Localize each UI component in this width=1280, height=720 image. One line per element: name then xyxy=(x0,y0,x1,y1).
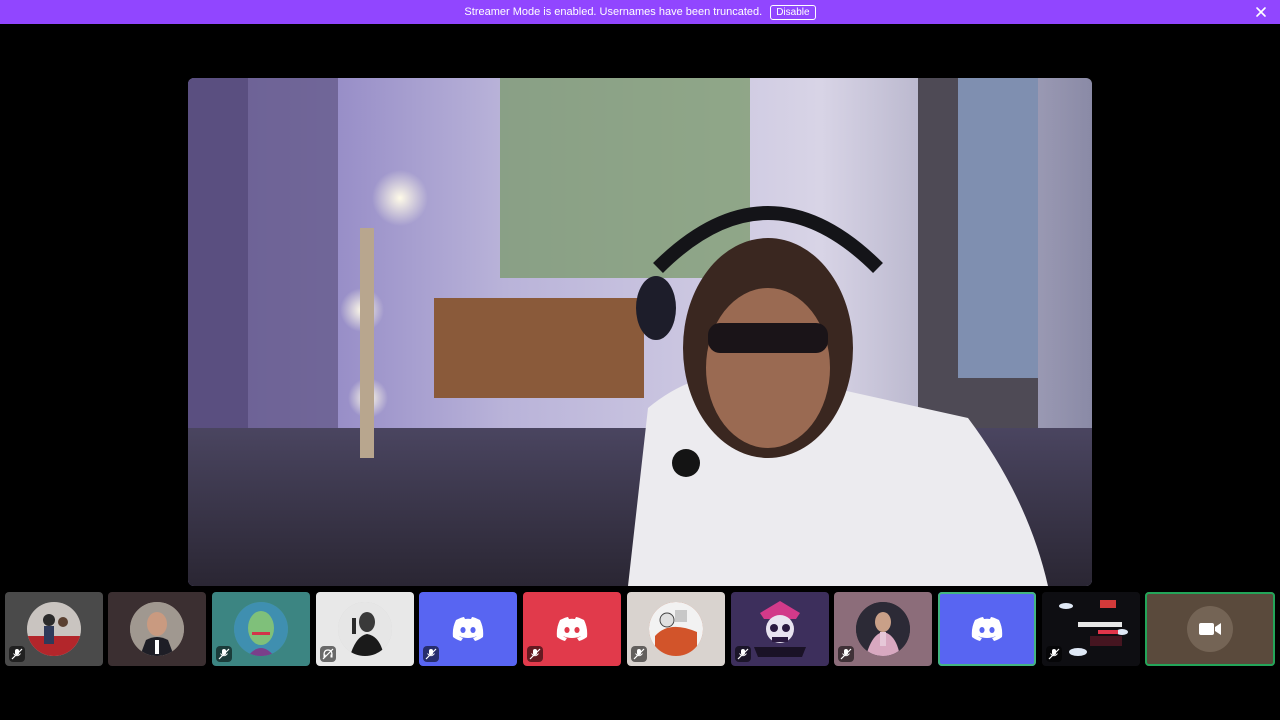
participant-tile[interactable] xyxy=(834,592,932,666)
participant-tile[interactable] xyxy=(108,592,206,666)
participant-strip xyxy=(5,592,1275,666)
muted-mic-icon xyxy=(631,646,647,662)
participant-tile[interactable] xyxy=(523,592,621,666)
close-icon[interactable] xyxy=(1254,5,1268,19)
participant-tile[interactable] xyxy=(316,592,414,666)
participant-tile[interactable] xyxy=(212,592,310,666)
avatar xyxy=(234,602,288,656)
participant-tile[interactable] xyxy=(5,592,103,666)
participant-tile[interactable] xyxy=(627,592,725,666)
participant-tile-selected-stream[interactable] xyxy=(1145,592,1275,666)
disable-streamer-mode-button[interactable]: Disable xyxy=(770,4,816,20)
deafened-icon xyxy=(320,646,336,662)
participant-tile[interactable] xyxy=(731,592,829,666)
participant-tile-speaking[interactable] xyxy=(938,592,1036,666)
avatar xyxy=(649,602,703,656)
muted-mic-icon xyxy=(9,646,25,662)
participant-tile[interactable] xyxy=(419,592,517,666)
avatar xyxy=(338,602,392,656)
muted-mic-icon xyxy=(527,646,543,662)
discord-logo-icon xyxy=(451,616,485,642)
discord-logo-icon xyxy=(555,616,589,642)
video-camera-icon xyxy=(1198,620,1222,638)
discord-logo-icon xyxy=(970,616,1004,642)
avatar xyxy=(856,602,910,656)
muted-mic-icon xyxy=(216,646,232,662)
muted-mic-icon xyxy=(735,646,751,662)
banner-message: Streamer Mode is enabled. Usernames have… xyxy=(464,6,763,18)
avatar xyxy=(750,597,810,661)
participant-tile[interactable] xyxy=(1042,592,1140,666)
avatar xyxy=(130,602,184,656)
muted-mic-icon xyxy=(838,646,854,662)
main-video-stream[interactable] xyxy=(188,78,1092,586)
muted-mic-icon xyxy=(423,646,439,662)
muted-mic-icon xyxy=(1046,646,1062,662)
avatar xyxy=(27,602,81,656)
streamer-mode-banner: Streamer Mode is enabled. Usernames have… xyxy=(0,0,1280,24)
